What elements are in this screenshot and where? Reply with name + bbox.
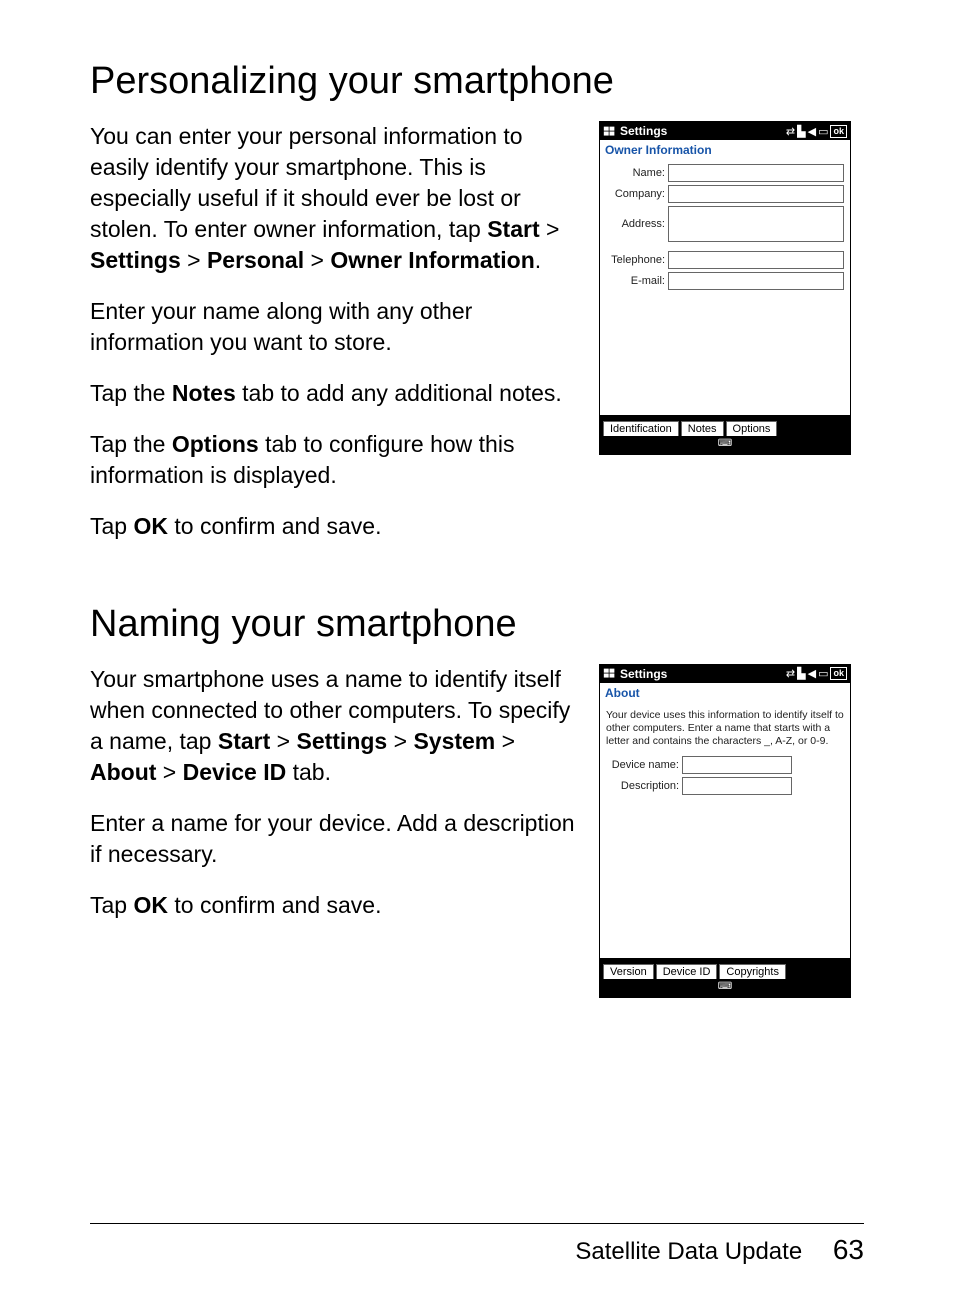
- windows-flag-icon: [603, 667, 616, 680]
- text: You can enter your personal information …: [90, 123, 523, 242]
- titlebar: Settings ⇄ ▙ ◀ ▭ ok: [600, 122, 850, 140]
- telephone-input[interactable]: [668, 251, 844, 269]
- text: tab to add any additional notes.: [236, 380, 562, 406]
- text-column-1: You can enter your personal information …: [90, 121, 581, 563]
- name-input[interactable]: [668, 164, 844, 182]
- text: tab.: [286, 759, 331, 785]
- para-3: Tap the Notes tab to add any additional …: [90, 378, 581, 409]
- text: to confirm and save.: [168, 892, 382, 918]
- label-description: Description:: [606, 780, 682, 792]
- connectivity-icon: ⇄: [786, 667, 795, 680]
- path-about: About: [90, 759, 156, 785]
- text: Tap the: [90, 431, 172, 457]
- system-tray: ⇄ ▙ ◀ ▭ ok: [786, 667, 847, 680]
- volume-icon: ◀: [808, 667, 816, 680]
- about-description: Your device uses this information to ide…: [606, 707, 844, 756]
- para-4: Tap the Options tab to configure how thi…: [90, 429, 581, 491]
- ok-button[interactable]: ok: [830, 125, 847, 138]
- path-system: System: [413, 728, 495, 754]
- keyboard-icon[interactable]: ⌨: [718, 438, 732, 449]
- text: .: [535, 247, 541, 273]
- connectivity-icon: ⇄: [786, 125, 795, 138]
- company-input[interactable]: [668, 185, 844, 203]
- page-number: 63: [833, 1234, 864, 1265]
- text: Tap: [90, 892, 133, 918]
- window-title: Settings: [620, 667, 786, 681]
- path-device-id: Device ID: [183, 759, 287, 785]
- label-company: Company:: [606, 188, 668, 200]
- path-owner-information: Owner Information: [330, 247, 534, 273]
- label-email: E-mail:: [606, 275, 668, 287]
- battery-icon: ▭: [818, 125, 828, 138]
- description-input[interactable]: [682, 777, 792, 795]
- tab-notes[interactable]: Notes: [681, 421, 724, 436]
- tab-copyrights[interactable]: Copyrights: [719, 964, 786, 979]
- text: Tap: [90, 513, 133, 539]
- text: Tap the: [90, 380, 172, 406]
- battery-icon: ▭: [818, 667, 828, 680]
- tab-identification[interactable]: Identification: [603, 421, 679, 436]
- volume-icon: ◀: [808, 125, 816, 138]
- softkey-bar: ⌨: [600, 436, 850, 454]
- para-5: Tap OK to confirm and save.: [90, 511, 581, 542]
- titlebar: Settings ⇄ ▙ ◀ ▭ ok: [600, 665, 850, 683]
- btn-ref-ok: OK: [133, 513, 168, 539]
- path-start: Start: [218, 728, 270, 754]
- path-settings: Settings: [90, 247, 181, 273]
- sep: >: [156, 759, 182, 785]
- btn-ref-ok: OK: [133, 892, 168, 918]
- window-title: Settings: [620, 124, 786, 138]
- label-telephone: Telephone:: [606, 254, 668, 266]
- keyboard-icon[interactable]: ⌨: [718, 981, 732, 992]
- tab-bar: Version Device ID Copyrights: [600, 958, 850, 979]
- screenshot-about: Settings ⇄ ▙ ◀ ▭ ok About Your device us…: [599, 664, 851, 998]
- para-1: Your smartphone uses a name to identify …: [90, 664, 581, 788]
- para-2: Enter your name along with any other inf…: [90, 296, 581, 358]
- sep: >: [540, 216, 560, 242]
- text-column-2: Your smartphone uses a name to identify …: [90, 664, 581, 998]
- windows-flag-icon: [603, 125, 616, 138]
- tab-ref-notes: Notes: [172, 380, 236, 406]
- footer-section-title: Satellite Data Update: [575, 1238, 802, 1265]
- path-settings: Settings: [296, 728, 387, 754]
- signal-icon: ▙: [797, 125, 805, 138]
- address-input[interactable]: [668, 206, 844, 242]
- tab-options[interactable]: Options: [726, 421, 778, 436]
- device-name-input[interactable]: [682, 756, 792, 774]
- heading-naming: Naming your smartphone: [90, 603, 864, 646]
- sep: >: [270, 728, 296, 754]
- screen-subheader: Owner Information: [600, 140, 850, 160]
- signal-icon: ▙: [797, 667, 805, 680]
- sep: >: [495, 728, 515, 754]
- tab-version[interactable]: Version: [603, 964, 654, 979]
- heading-personalizing: Personalizing your smartphone: [90, 60, 864, 103]
- ok-button[interactable]: ok: [830, 667, 847, 680]
- tab-bar: Identification Notes Options: [600, 415, 850, 436]
- page-footer: Satellite Data Update 63: [90, 1223, 864, 1266]
- email-input[interactable]: [668, 272, 844, 290]
- screenshot-owner-info: Settings ⇄ ▙ ◀ ▭ ok Owner Information Na…: [599, 121, 851, 455]
- system-tray: ⇄ ▙ ◀ ▭ ok: [786, 125, 847, 138]
- path-personal: Personal: [207, 247, 304, 273]
- form-area: Name: Company: Address: Telephone: E-mai…: [600, 160, 850, 415]
- path-start: Start: [487, 216, 539, 242]
- para-1: You can enter your personal information …: [90, 121, 581, 276]
- para-2: Enter a name for your device. Add a desc…: [90, 808, 581, 870]
- softkey-bar: ⌨: [600, 979, 850, 997]
- tab-device-id[interactable]: Device ID: [656, 964, 718, 979]
- sep: >: [304, 247, 330, 273]
- para-3: Tap OK to confirm and save.: [90, 890, 581, 921]
- label-name: Name:: [606, 167, 668, 179]
- tab-ref-options: Options: [172, 431, 259, 457]
- label-address: Address:: [606, 218, 668, 230]
- sep: >: [181, 247, 207, 273]
- label-device-name: Device name:: [606, 759, 682, 771]
- text: to confirm and save.: [168, 513, 382, 539]
- form-area: Your device uses this information to ide…: [600, 703, 850, 958]
- screen-subheader: About: [600, 683, 850, 703]
- sep: >: [387, 728, 413, 754]
